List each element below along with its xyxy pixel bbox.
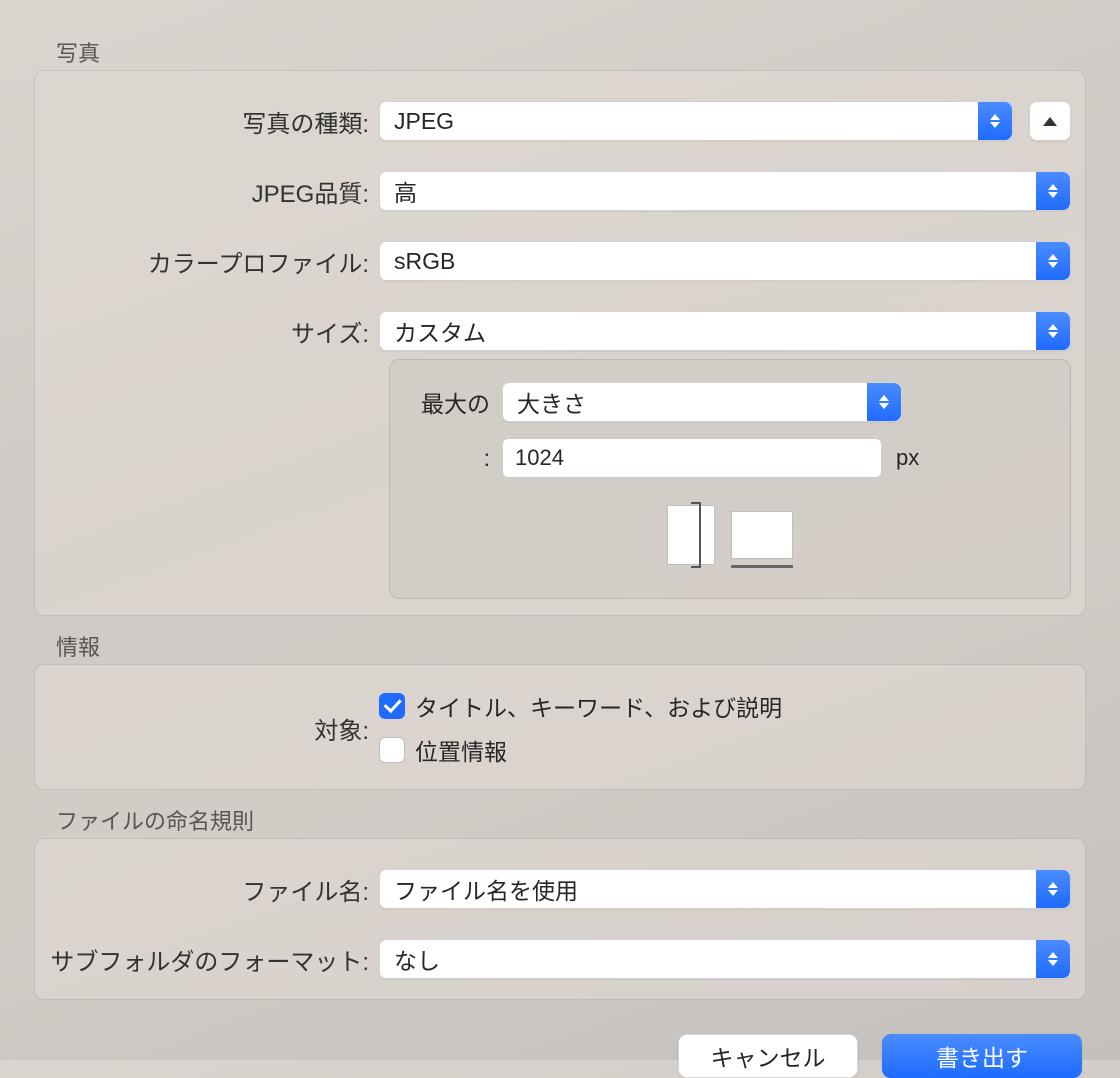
- export-label: 書き出す: [936, 1039, 1028, 1073]
- underline-icon: [731, 565, 793, 568]
- photo-group: 写真の種類: JPEG JPEG品質: 高 カラープロファイル: sRGB サイ…: [34, 70, 1086, 616]
- colon-label: :: [412, 445, 502, 472]
- updown-icon: [1036, 242, 1070, 280]
- jpeg-quality-select[interactable]: 高: [379, 171, 1071, 211]
- color-profile-label: カラープロファイル:: [49, 244, 379, 279]
- title-keywords-checkbox[interactable]: [379, 693, 405, 719]
- title-keywords-label: タイトル、キーワード、および説明: [415, 689, 782, 723]
- section-title-naming: ファイルの命名規則: [56, 804, 1086, 836]
- button-bar: キャンセル 書き出す: [34, 1034, 1086, 1078]
- size-select[interactable]: カスタム: [379, 311, 1071, 351]
- photo-kind-select[interactable]: JPEG: [379, 101, 1013, 141]
- max-dimension-select[interactable]: 大きさ: [502, 382, 902, 422]
- updown-icon: [978, 102, 1012, 140]
- landscape-thumb-icon[interactable]: [731, 511, 793, 559]
- jpeg-quality-value: 高: [394, 174, 417, 208]
- color-profile-value: sRGB: [394, 248, 455, 275]
- size-label: サイズ:: [49, 314, 379, 349]
- pixel-value: 1024: [515, 445, 564, 471]
- custom-size-panel: 最大の 大きさ : 1024 px: [389, 359, 1071, 599]
- size-value: カスタム: [394, 314, 486, 348]
- filename-select[interactable]: ファイル名を使用: [379, 869, 1071, 909]
- cancel-button[interactable]: キャンセル: [678, 1034, 858, 1078]
- updown-icon: [867, 383, 901, 421]
- chevron-up-icon: [1043, 117, 1057, 126]
- filename-value: ファイル名を使用: [394, 872, 578, 906]
- info-group: 対象: タイトル、キーワード、および説明 位置情報: [34, 664, 1086, 790]
- updown-icon: [1036, 940, 1070, 978]
- bracket-icon: [691, 502, 701, 568]
- updown-icon: [1036, 172, 1070, 210]
- photo-kind-label: 写真の種類:: [49, 104, 379, 139]
- section-title-photo: 写真: [56, 36, 1086, 68]
- jpeg-quality-label: JPEG品質:: [49, 174, 379, 209]
- subfolder-label: サブフォルダのフォーマット:: [49, 942, 379, 977]
- subfolder-value: なし: [394, 942, 440, 976]
- pixel-unit: px: [896, 445, 919, 471]
- section-title-info: 情報: [56, 630, 1086, 662]
- updown-icon: [1036, 870, 1070, 908]
- orientation-thumbs: [412, 502, 1048, 568]
- naming-group: ファイル名: ファイル名を使用 サブフォルダのフォーマット: なし: [34, 838, 1086, 1000]
- filename-label: ファイル名:: [49, 872, 379, 907]
- location-label: 位置情報: [415, 733, 507, 767]
- collapse-button[interactable]: [1029, 101, 1071, 141]
- max-label: 最大の: [412, 385, 502, 419]
- updown-icon: [1036, 312, 1070, 350]
- export-button[interactable]: 書き出す: [882, 1034, 1082, 1078]
- color-profile-select[interactable]: sRGB: [379, 241, 1071, 281]
- max-dimension-value: 大きさ: [517, 385, 586, 419]
- target-label: 対象:: [49, 711, 379, 746]
- photo-kind-value: JPEG: [394, 108, 454, 135]
- pixel-input[interactable]: 1024: [502, 438, 882, 478]
- subfolder-select[interactable]: なし: [379, 939, 1071, 979]
- cancel-label: キャンセル: [711, 1039, 826, 1073]
- location-checkbox[interactable]: [379, 737, 405, 763]
